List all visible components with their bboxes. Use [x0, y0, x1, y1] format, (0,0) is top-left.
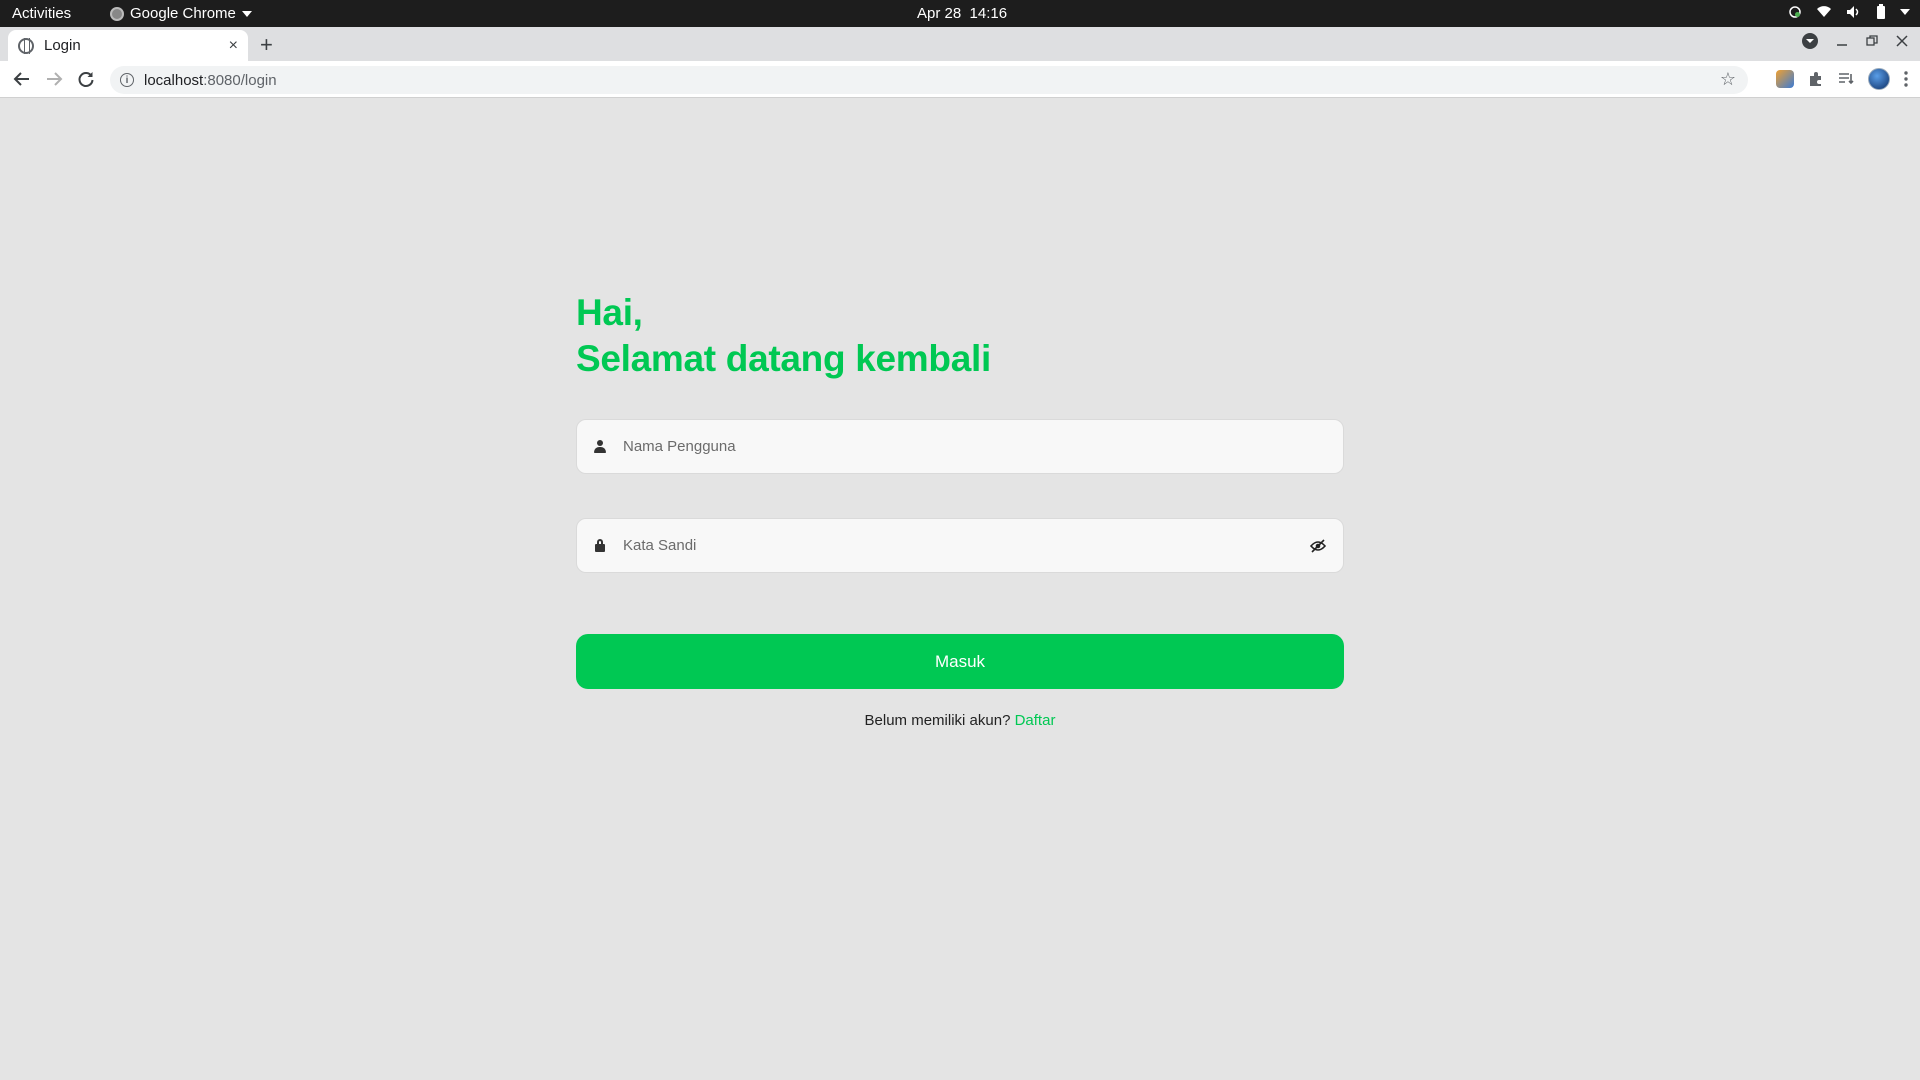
volume-icon	[1847, 5, 1859, 18]
clock-time: 14:16	[969, 5, 1008, 22]
reading-list-icon[interactable]	[1838, 72, 1854, 86]
browser-toolbar: i localhost:8080/login ☆	[0, 61, 1920, 98]
welcome-heading: Hai, Selamat datang kembali	[576, 290, 991, 382]
globe-icon	[18, 37, 34, 54]
tab-close-icon[interactable]: ×	[229, 37, 238, 55]
login-button[interactable]: Masuk	[576, 634, 1344, 689]
site-info-icon[interactable]: i	[120, 73, 134, 87]
more-menu-icon[interactable]	[1904, 71, 1908, 87]
restore-icon[interactable]	[1866, 35, 1878, 47]
window-controls	[1802, 33, 1908, 49]
clock-date: Apr 28	[917, 5, 962, 22]
url-host: localhost	[144, 71, 204, 89]
forward-arrow-icon[interactable]	[42, 70, 66, 88]
profile-avatar-icon[interactable]	[1868, 68, 1890, 90]
signup-prompt-text: Belum memiliki akun?	[864, 712, 1011, 729]
page-content: Hai, Selamat datang kembali Nama Penggun…	[0, 98, 1920, 1080]
update-status-icon	[1789, 5, 1801, 18]
extensions-area	[1776, 68, 1908, 90]
lock-icon	[577, 539, 623, 552]
tab-title: Login	[44, 37, 81, 54]
system-menu-chevron-icon	[1900, 8, 1910, 15]
os-top-bar: Activities Google Chrome Apr 28 14:16	[0, 0, 1920, 27]
back-arrow-icon[interactable]	[10, 70, 34, 88]
extensions-puzzle-icon[interactable]	[1808, 71, 1824, 87]
close-window-icon[interactable]	[1896, 35, 1908, 47]
url-path: :8080/login	[203, 71, 277, 89]
eye-slash-icon[interactable]	[1293, 538, 1343, 553]
app-menu-label: Google Chrome	[130, 5, 236, 22]
tab-login[interactable]: Login ×	[8, 30, 248, 61]
password-field[interactable]: Kata Sandi	[576, 518, 1344, 573]
system-tray[interactable]	[1788, 4, 1910, 19]
greeting-line-1: Hai,	[576, 292, 643, 333]
signup-link[interactable]: Daftar	[1015, 712, 1056, 729]
chevron-down-icon	[241, 10, 252, 17]
activities-button[interactable]: Activities	[12, 5, 71, 22]
bookmark-star-icon[interactable]: ☆	[1720, 69, 1736, 90]
new-tab-button[interactable]: +	[260, 32, 273, 58]
address-bar[interactable]: i localhost:8080/login ☆	[110, 66, 1748, 94]
extension-icon[interactable]	[1776, 70, 1794, 88]
username-field[interactable]: Nama Pengguna	[576, 419, 1344, 474]
app-menu[interactable]: Google Chrome	[110, 5, 252, 22]
clock[interactable]: Apr 28 14:16	[917, 5, 1007, 22]
tab-strip: Login × +	[0, 27, 1920, 61]
chrome-app-icon	[110, 6, 124, 21]
greeting-line-2: Selamat datang kembali	[576, 338, 991, 379]
user-icon	[577, 440, 623, 453]
wifi-icon	[1817, 6, 1831, 17]
reload-icon[interactable]	[74, 70, 98, 88]
signup-prompt: Belum memiliki akun? Daftar	[576, 712, 1344, 729]
username-input[interactable]: Nama Pengguna	[623, 438, 1343, 455]
tab-search-icon[interactable]	[1802, 33, 1818, 49]
password-input[interactable]: Kata Sandi	[623, 537, 1293, 554]
minimize-icon[interactable]	[1836, 35, 1848, 47]
battery-icon	[1877, 4, 1885, 19]
